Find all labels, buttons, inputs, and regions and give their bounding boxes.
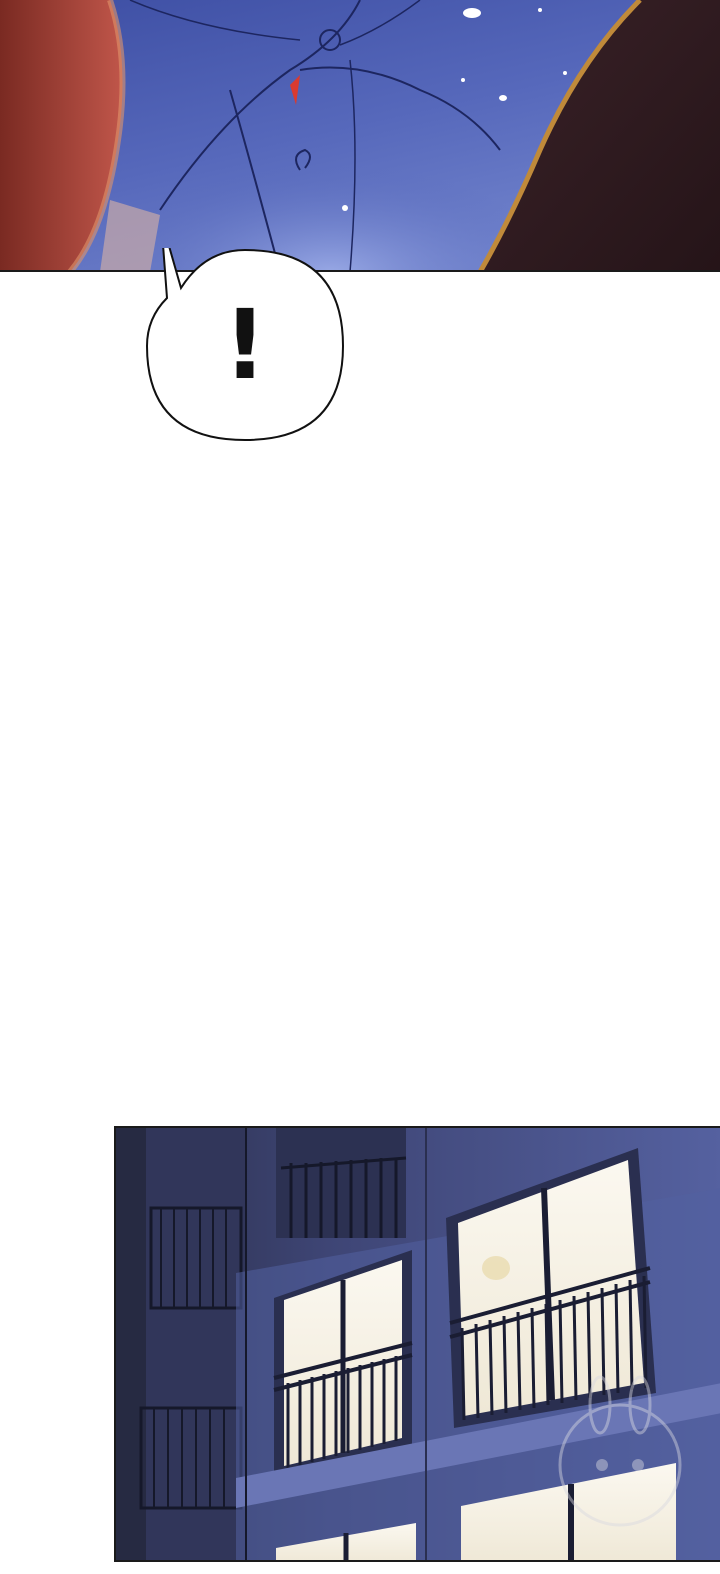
watermark-logo [530, 1370, 710, 1560]
rabbit-logo-icon [558, 1375, 682, 1527]
speech-bubble: ! [145, 248, 345, 442]
speech-bubble-text: ! [223, 289, 267, 401]
closeup-illustration [0, 0, 720, 270]
closeup-panel [0, 0, 720, 272]
